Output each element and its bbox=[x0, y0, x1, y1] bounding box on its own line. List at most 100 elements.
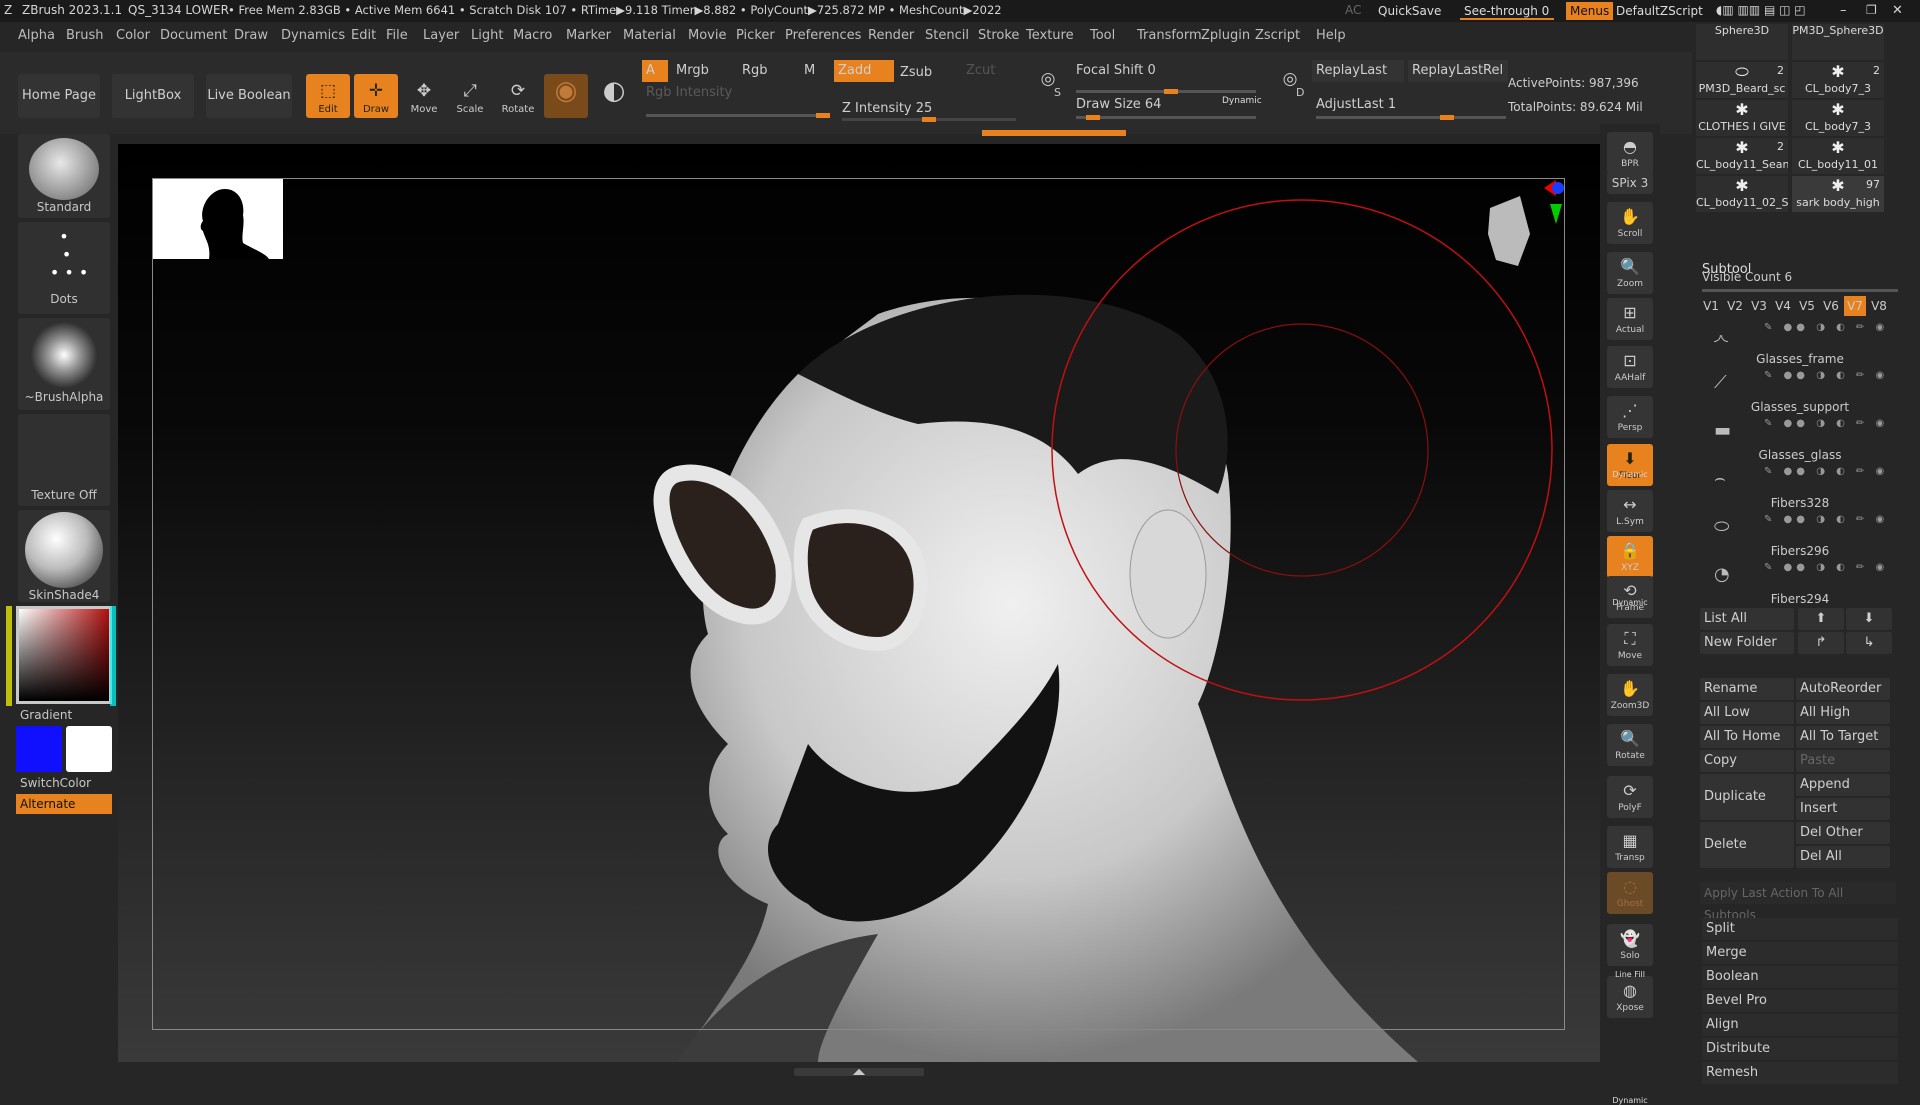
paste-button[interactable]: Paste bbox=[1796, 750, 1890, 772]
folder-in-icon[interactable]: ↱ bbox=[1798, 632, 1844, 654]
close-icon[interactable]: ✕ bbox=[1892, 3, 1903, 18]
actual-button[interactable]: ⊞ Actual bbox=[1607, 298, 1653, 340]
bevel-pro-section[interactable]: Bevel Pro bbox=[1702, 990, 1898, 1012]
floor-button[interactable]: ⬇ Floor bbox=[1607, 444, 1653, 486]
menu-light[interactable]: Light bbox=[471, 28, 503, 43]
tool-thumb[interactable]: ✱ CL_body11_Sean 2 bbox=[1696, 138, 1788, 174]
subtool-item[interactable]: ◞◟ ✎ ●● ◑ ◐ ✏ ◉ Glasses_frame bbox=[1700, 320, 1900, 368]
draw-size-slider[interactable]: Draw Size 64 bbox=[1072, 94, 1161, 116]
duplicate-button[interactable]: Duplicate bbox=[1700, 774, 1794, 820]
tool-thumb[interactable]: ⬭ PM3D_Beard_sc 2 bbox=[1696, 62, 1788, 98]
menu-texture[interactable]: Texture bbox=[1026, 28, 1074, 43]
default-zscript-button[interactable]: DefaultZScript bbox=[1612, 2, 1707, 20]
quicksave-button[interactable]: QuickSave bbox=[1374, 2, 1445, 20]
menu-tool[interactable]: Tool bbox=[1090, 28, 1115, 43]
live-boolean-button[interactable]: Live Boolean bbox=[206, 74, 292, 118]
split-section[interactable]: Split bbox=[1702, 918, 1898, 940]
scale-mode-button[interactable]: ⤢ Scale bbox=[448, 74, 492, 118]
lightbox-button[interactable]: LightBox bbox=[112, 74, 194, 118]
menu-draw[interactable]: Draw bbox=[234, 28, 268, 43]
move-up-icon[interactable]: ⬆ bbox=[1798, 608, 1844, 630]
secondary-color-swatch[interactable] bbox=[66, 726, 112, 772]
l-sym-button[interactable]: ↔ L.Sym bbox=[1607, 490, 1653, 532]
visible-count-slider[interactable]: Visible Count 6 bbox=[1702, 270, 1792, 284]
maximize-icon[interactable]: ❐ bbox=[1866, 3, 1877, 17]
solo-button[interactable]: 👻 Solo bbox=[1607, 924, 1653, 966]
all-low-button[interactable]: All Low bbox=[1700, 702, 1794, 724]
z-intensity-slider[interactable]: Z Intensity 25 bbox=[838, 98, 932, 120]
scroll-button[interactable]: ✋ Scroll bbox=[1607, 202, 1653, 244]
autoreorder-button[interactable]: AutoReorder bbox=[1796, 678, 1890, 700]
visibility-tab-v6[interactable]: V6 bbox=[1820, 296, 1842, 316]
visibility-tab-v2[interactable]: V2 bbox=[1724, 296, 1746, 316]
menu-render[interactable]: Render bbox=[868, 28, 914, 43]
zoom-button[interactable]: 🔍 Zoom bbox=[1607, 252, 1653, 294]
alpha-selector[interactable]: ~BrushAlpha bbox=[18, 318, 110, 410]
delete-button[interactable]: Delete bbox=[1700, 822, 1794, 868]
menu-preferences[interactable]: Preferences bbox=[785, 28, 861, 43]
move-button[interactable]: ⛶ Move bbox=[1607, 624, 1653, 666]
menu-zscript[interactable]: Zscript bbox=[1255, 28, 1300, 43]
material-selector[interactable]: SkinShade4 bbox=[18, 510, 110, 602]
visibility-tab-v8[interactable]: V8 bbox=[1868, 296, 1890, 316]
xyz-button[interactable]: 🔒 XYZ bbox=[1607, 536, 1653, 578]
tool-thumb[interactable]: Sphere3D bbox=[1696, 24, 1788, 60]
boolean-section[interactable]: Boolean bbox=[1702, 966, 1898, 988]
window-layout-icons[interactable]: ◖▥ ▥▥ ▤ ◫ ◰ bbox=[1716, 3, 1806, 17]
list-all-button[interactable]: List All bbox=[1700, 608, 1794, 630]
menu-zplugin[interactable]: Zplugin bbox=[1201, 28, 1250, 43]
visibility-tab-v1[interactable]: V1 bbox=[1700, 296, 1722, 316]
all-to-home-button[interactable]: All To Home bbox=[1700, 726, 1794, 748]
insert-button[interactable]: Insert bbox=[1796, 798, 1890, 820]
tool-thumb[interactable]: ✱ sark body_high 97 bbox=[1792, 176, 1884, 212]
all-to-target-button[interactable]: All To Target bbox=[1796, 726, 1890, 748]
tool-thumb[interactable]: ✱ CL_body7_3 bbox=[1792, 100, 1884, 136]
draw-mode-button[interactable]: ✛ Draw bbox=[354, 74, 398, 118]
move-down-icon[interactable]: ⬇ bbox=[1846, 608, 1892, 630]
tool-thumb[interactable]: ✱ CL_body11_02_S bbox=[1696, 176, 1788, 212]
menu-movie[interactable]: Movie bbox=[688, 28, 726, 43]
stroke-selector[interactable]: • • • • • Dots bbox=[18, 222, 110, 314]
zoom3d-button[interactable]: ✋ Zoom3D bbox=[1607, 674, 1653, 716]
tool-thumb[interactable]: ✱ CL_body11_01 bbox=[1792, 138, 1884, 174]
bottom-tray-toggle[interactable]: ◢◣ bbox=[794, 1068, 924, 1076]
brush-selector[interactable]: Standard bbox=[18, 134, 110, 218]
minimize-icon[interactable]: – bbox=[1840, 3, 1847, 18]
menu-brush[interactable]: Brush bbox=[66, 28, 104, 43]
menu-help[interactable]: Help bbox=[1316, 28, 1346, 43]
texture-selector[interactable]: Texture Off bbox=[18, 414, 110, 506]
transp-button[interactable]: ▦ Transp bbox=[1607, 826, 1653, 868]
menu-layer[interactable]: Layer bbox=[423, 28, 459, 43]
rgb-intensity-slider[interactable]: Rgb Intensity bbox=[642, 82, 732, 104]
gradient-label[interactable]: Gradient bbox=[20, 708, 72, 722]
replaylastrel-button[interactable]: ReplayLastRel bbox=[1408, 60, 1508, 82]
menu-macro[interactable]: Macro bbox=[513, 28, 552, 43]
menu-edit[interactable]: Edit bbox=[351, 28, 376, 43]
adjustlast-slider[interactable]: AdjustLast 1 bbox=[1312, 94, 1396, 116]
visibility-tab-v7[interactable]: V7 bbox=[1844, 296, 1866, 316]
color-picker[interactable] bbox=[16, 606, 112, 704]
tool-thumb[interactable]: ✱ CLOTHES I GIVE bbox=[1696, 100, 1788, 136]
del-all-button[interactable]: Del All bbox=[1796, 846, 1890, 868]
alternate-toggle[interactable]: Alternate bbox=[16, 794, 112, 814]
menu-document[interactable]: Document bbox=[160, 28, 227, 43]
zadd-button[interactable]: Zadd bbox=[834, 60, 894, 82]
polyf-button[interactable]: ⟳ PolyF bbox=[1607, 776, 1653, 818]
menu-picker[interactable]: Picker bbox=[736, 28, 775, 43]
apply-last-action-button[interactable]: Apply Last Action To All Subtools bbox=[1700, 882, 1896, 922]
bpr-button[interactable]: ◓ BPR bbox=[1607, 132, 1653, 174]
rename-button[interactable]: Rename bbox=[1700, 678, 1794, 700]
menu-stencil[interactable]: Stencil bbox=[925, 28, 969, 43]
switchcolor-button[interactable]: SwitchColor bbox=[20, 776, 91, 790]
del-other-button[interactable]: Del Other bbox=[1796, 822, 1890, 844]
m-button[interactable]: M bbox=[800, 60, 815, 82]
subtool-controls-icon[interactable]: ✎ ●● ◑ ◐ ✏ ◉ bbox=[1764, 418, 1888, 429]
rotate-mode-button[interactable]: ⟳ Rotate bbox=[496, 74, 540, 118]
menu-stroke[interactable]: Stroke bbox=[978, 28, 1019, 43]
align-section[interactable]: Align bbox=[1702, 1014, 1898, 1036]
copy-button[interactable]: Copy bbox=[1700, 750, 1794, 772]
merge-section[interactable]: Merge bbox=[1702, 942, 1898, 964]
material-swatch-button[interactable]: ◉ bbox=[544, 74, 588, 118]
main-color-swatch[interactable] bbox=[16, 726, 62, 772]
menus-toggle[interactable]: Menus bbox=[1566, 2, 1614, 20]
